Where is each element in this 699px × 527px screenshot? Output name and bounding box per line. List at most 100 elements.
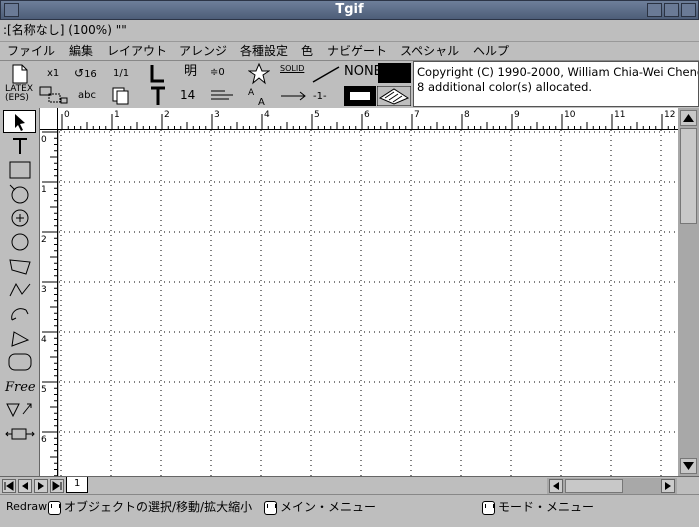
ruler-label: 6: [364, 110, 370, 120]
freehand-tool[interactable]: Free: [3, 374, 36, 397]
spline-tool[interactable]: [3, 326, 36, 349]
ruler-label: 4: [41, 335, 47, 345]
minimize-button[interactable]: [647, 3, 662, 17]
select-mode-tool[interactable]: [3, 110, 36, 133]
next-page-icon[interactable]: [34, 479, 48, 493]
text-vjust-icon[interactable]: [148, 85, 168, 107]
menu-properties[interactable]: 各種設定: [240, 42, 288, 60]
hscroll-thumb[interactable]: [565, 479, 623, 493]
horizontal-scrollbar[interactable]: [547, 478, 677, 494]
rounded-rect-tool[interactable]: [3, 350, 36, 373]
group-icon[interactable]: [39, 85, 69, 105]
arc-tool[interactable]: [3, 302, 36, 325]
window-menu-button[interactable]: [4, 3, 19, 17]
ruler-label: 0: [64, 110, 70, 120]
pen-pattern[interactable]: [344, 86, 376, 106]
file-status: :[名称なし] (100%) "": [0, 20, 699, 42]
scroll-up-arrow[interactable]: [680, 110, 697, 126]
oval-center-tool[interactable]: [3, 206, 36, 229]
arrow-right-icon[interactable]: [661, 479, 675, 493]
scale-label[interactable]: x1: [47, 68, 59, 80]
rotate-mode-tool[interactable]: [3, 398, 36, 421]
scale-mode-tool[interactable]: [3, 422, 36, 445]
window-titlebar: Tgif: [0, 0, 699, 20]
svg-text:A: A: [258, 97, 265, 107]
dash-style-label[interactable]: -1-: [313, 91, 327, 103]
menu-file[interactable]: ファイル: [7, 42, 55, 60]
redraw-button[interactable]: Redraw: [6, 498, 47, 516]
polygon-tool[interactable]: [3, 254, 36, 277]
first-page-icon[interactable]: [2, 479, 16, 493]
ruler-corner: [40, 108, 58, 130]
prev-page-icon[interactable]: [18, 479, 32, 493]
ruler-label: 12: [664, 110, 675, 120]
fill-none-label[interactable]: NONE: [344, 65, 382, 78]
justify-icon[interactable]: [148, 63, 168, 85]
scroll-down-arrow[interactable]: [680, 458, 697, 474]
ruler-label: 4: [264, 110, 270, 120]
arrow-left-icon[interactable]: [549, 479, 563, 493]
font-name-label[interactable]: 明: [184, 65, 197, 78]
text-mode-tool[interactable]: [3, 134, 36, 157]
circle-tool[interactable]: [3, 230, 36, 253]
text-style-label[interactable]: abc: [78, 90, 96, 102]
line-style-solid[interactable]: SOLID: [280, 63, 304, 75]
ruler-label: 5: [314, 110, 320, 120]
ruler-label: 11: [614, 110, 625, 120]
menu-edit[interactable]: 編集: [69, 42, 93, 60]
menu-color[interactable]: 色: [301, 42, 313, 60]
ruler-label: 6: [41, 435, 47, 445]
ruler-label: 3: [214, 110, 220, 120]
status-middle: メイン・メニュー: [264, 498, 376, 516]
oval-corner-icon: [9, 184, 28, 203]
last-page-icon[interactable]: [50, 479, 64, 493]
scroll-thumb[interactable]: [680, 128, 697, 224]
vertical-ruler: 0 1 2 3 4 5 6: [40, 130, 58, 477]
latex-eps-label[interactable]: LATEX (EPS): [5, 85, 33, 103]
color-swatch[interactable]: [378, 63, 411, 83]
ruler-label: 2: [164, 110, 170, 120]
line-width-icon[interactable]: [312, 65, 340, 83]
arrow-down-icon: [683, 462, 694, 470]
star-icon[interactable]: [248, 63, 270, 85]
vertical-scrollbar[interactable]: [678, 108, 699, 476]
freehand-icon: Free: [4, 380, 36, 395]
polyline-icon: [9, 282, 30, 296]
maximize-button[interactable]: [664, 3, 679, 17]
status-left: オブジェクトの選択/移動/拡大縮小: [48, 498, 252, 516]
drawing-canvas[interactable]: [59, 130, 678, 476]
arrow-style-icon[interactable]: [280, 91, 308, 101]
ruler-label: 9: [514, 110, 520, 120]
menu-arrange[interactable]: アレンジ: [179, 42, 227, 60]
align-icon[interactable]: [210, 89, 236, 103]
spacing-control[interactable]: ≑0: [210, 67, 225, 79]
menu-layout[interactable]: レイアウト: [107, 42, 167, 60]
rect-mode-tool[interactable]: [3, 158, 36, 181]
new-page-icon[interactable]: [10, 64, 30, 84]
page-tab[interactable]: 1: [66, 477, 88, 493]
menu-navigate[interactable]: ナビゲート: [327, 42, 387, 60]
rounded-rect-icon: [8, 353, 31, 370]
ruler-label: 5: [41, 385, 47, 395]
message-window: Copyright (C) 1990-2000, William Chia-We…: [413, 61, 699, 107]
spline-icon: [10, 330, 29, 347]
font-size-control[interactable]: ↺16: [74, 67, 97, 81]
ratio-label[interactable]: 1/1: [113, 68, 129, 80]
close-button[interactable]: [681, 3, 696, 17]
fill-pattern-icon[interactable]: [377, 86, 411, 106]
drawing-mode-palette: Free: [0, 108, 40, 476]
oval-corner-tool[interactable]: [3, 182, 36, 205]
mouse-left-icon: [48, 500, 61, 515]
svg-text:Free: Free: [4, 380, 36, 395]
status-bar: Redraw オブジェクトの選択/移動/拡大縮小 メイン・メニュー モード・メニ…: [0, 494, 699, 527]
polyline-tool[interactable]: [3, 278, 36, 301]
menu-help[interactable]: ヘルプ: [473, 42, 509, 60]
pages-icon[interactable]: [112, 87, 130, 105]
svg-text:A: A: [248, 88, 255, 98]
oval-center-icon: [11, 209, 28, 226]
menu-special[interactable]: スペシャル: [400, 42, 459, 60]
horizontal-ruler: 0 1 2 3 4 5 6 7 8 9 10 11 12: [58, 108, 682, 130]
text-size-label[interactable]: 14: [180, 89, 195, 101]
rotate-text-icon[interactable]: AA: [246, 85, 272, 107]
circle-icon: [11, 233, 28, 250]
